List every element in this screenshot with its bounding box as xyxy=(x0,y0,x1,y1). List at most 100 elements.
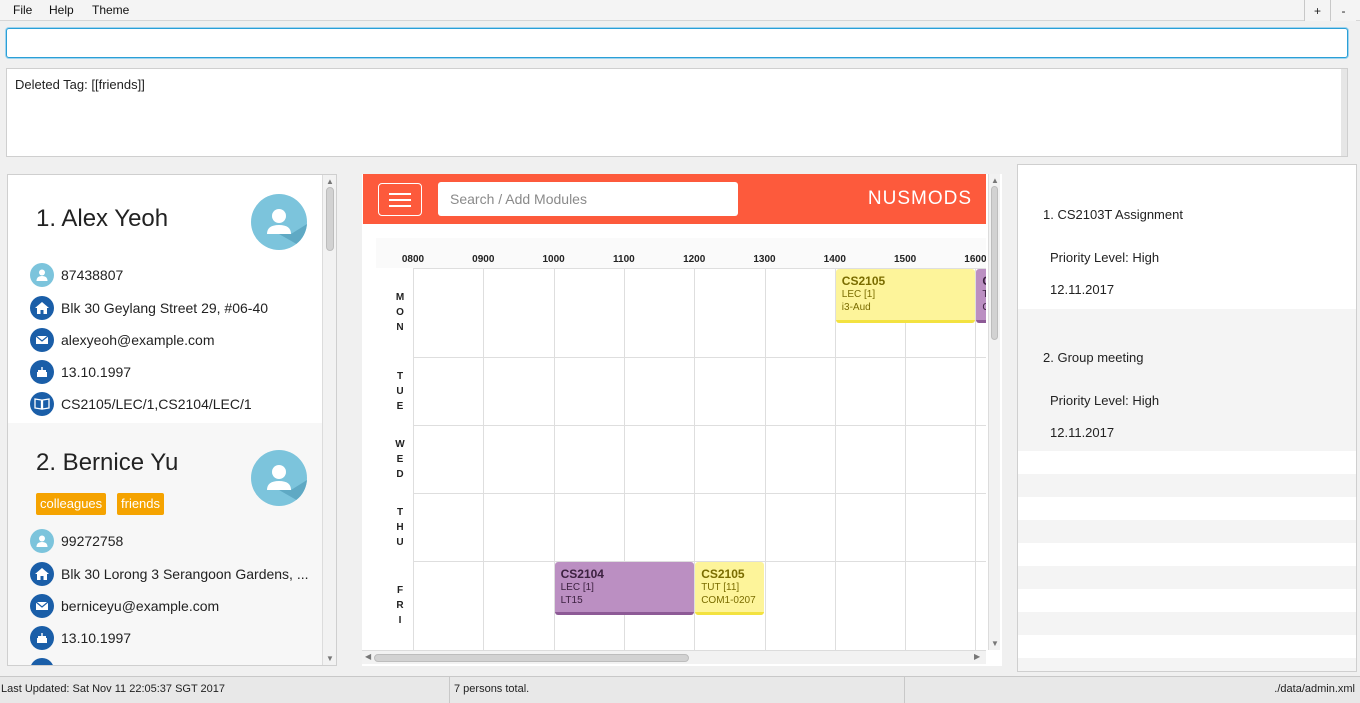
birthday-text: 13.10.1997 xyxy=(61,630,132,646)
time-label: 1400 xyxy=(823,254,846,265)
task-card[interactable]: 2. Group meeting Priority Level: High 12… xyxy=(1018,309,1356,451)
zoom-in-button[interactable]: + xyxy=(1304,0,1330,21)
lesson-type: LEC [1] xyxy=(841,289,876,300)
tag-friends: friends xyxy=(117,493,165,515)
time-label: 1200 xyxy=(683,254,706,265)
menu-theme[interactable]: Theme xyxy=(92,3,129,17)
cake-icon xyxy=(30,626,54,650)
lesson-block[interactable]: CS2105 LEC [1] i3-Aud xyxy=(835,269,976,323)
task-date: 12.11.2017 xyxy=(1050,282,1115,297)
scroll-thumb[interactable] xyxy=(326,187,334,251)
module-search-input[interactable] xyxy=(438,182,738,216)
grid-line xyxy=(834,268,836,650)
scroll-up-icon[interactable]: ▲ xyxy=(991,176,999,185)
lesson-type: TUT [11] xyxy=(701,582,740,593)
nusmods-logo: NUSMODS xyxy=(867,188,972,209)
scroll-thumb[interactable] xyxy=(374,654,689,662)
status-bar: Last Updated: Sat Nov 11 22:05:37 SGT 20… xyxy=(0,676,1360,703)
tag-list: colleagues friends xyxy=(36,493,236,515)
timetable-panel: NUSMODS 0800 0900 1000 1100 1200 1300 1400 1500… xyxy=(362,174,1002,666)
phone-row: 99272758 xyxy=(30,529,123,553)
scroll-up-icon[interactable]: ▲ xyxy=(326,177,334,186)
person-list-panel: 1. Alex Yeoh 87438807 Blk 30 Geylang Str… xyxy=(7,174,337,666)
task-priority: Priority Level: High xyxy=(1050,393,1160,408)
menu-file[interactable]: File xyxy=(13,3,32,17)
person-card[interactable]: 1. Alex Yeoh 87438807 Blk 30 Geylang Str… xyxy=(8,175,323,423)
lesson-code: C xyxy=(982,274,986,288)
task-title: 1. CS2103T Assignment xyxy=(1043,207,1183,222)
person-card[interactable]: 2. Bernice Yu colleagues friends 9927275… xyxy=(8,423,323,665)
home-icon xyxy=(30,562,54,586)
grid-line xyxy=(413,268,414,650)
scroll-right-icon[interactable]: ▶ xyxy=(974,652,980,661)
task-priority: Priority Level: High xyxy=(1050,250,1160,265)
grid-line xyxy=(413,425,986,426)
hamburger-icon xyxy=(389,192,411,195)
day-label-fri: FRI xyxy=(396,585,404,626)
empty-row xyxy=(1018,520,1356,543)
mail-icon xyxy=(30,328,54,352)
birthday-row: 13.10.1997 xyxy=(30,360,131,384)
address-text: Blk 30 Lorong 3 Serangoon Gardens, ... xyxy=(61,566,309,582)
time-label: 1300 xyxy=(753,254,776,265)
persons-total-status: 7 persons total. xyxy=(450,677,905,703)
task-card[interactable]: 1. CS2103T Assignment Priority Level: Hi… xyxy=(1018,165,1356,309)
scroll-thumb[interactable] xyxy=(991,186,998,340)
scroll-down-icon[interactable]: ▼ xyxy=(991,639,999,648)
empty-row xyxy=(1018,612,1356,635)
person-name: 1. Alex Yeoh xyxy=(36,205,169,232)
modules-row: CS2105/LEC/1,CS2104/LEC/1 xyxy=(30,392,252,416)
email-text: alexyeoh@example.com xyxy=(61,332,215,348)
task-list-panel: 1. CS2103T Assignment Priority Level: Hi… xyxy=(1017,164,1357,672)
grid-line xyxy=(413,357,986,358)
result-message: Deleted Tag: [[friends]] xyxy=(15,77,145,92)
person-icon xyxy=(30,263,54,287)
day-label-thu: THU xyxy=(396,506,404,548)
phone-text: 87438807 xyxy=(61,267,124,283)
command-input[interactable] xyxy=(6,28,1348,58)
grid-line xyxy=(413,493,986,494)
lesson-venue: COM1-0207 xyxy=(701,595,756,606)
empty-row xyxy=(1018,474,1356,497)
time-label: 1600 xyxy=(964,254,986,265)
home-icon xyxy=(30,296,54,320)
time-label: 1000 xyxy=(542,254,565,265)
birthday-row: 13.10.1997 xyxy=(30,626,131,650)
result-scrollbar[interactable] xyxy=(1341,69,1347,156)
address-row: Blk 30 Lorong 3 Serangoon Gardens, ... xyxy=(30,562,309,586)
zoom-out-button[interactable]: - xyxy=(1330,0,1356,21)
grid-line xyxy=(975,268,977,650)
menu-bar: File Help Theme + - xyxy=(0,0,1360,21)
lesson-code: CS2104 xyxy=(560,567,604,581)
task-title: 2. Group meeting xyxy=(1043,350,1144,365)
address-row: Blk 30 Geylang Street 29, #06-40 xyxy=(30,296,268,320)
timetable-vscrollbar[interactable]: ▲ ▼ xyxy=(988,174,1000,650)
book-icon xyxy=(30,392,54,416)
birthday-text: 13.10.1997 xyxy=(61,364,132,380)
person-list-scrollbar[interactable]: ▲ ▼ xyxy=(322,175,336,665)
grid-line xyxy=(764,268,766,650)
day-label-mon: MON xyxy=(395,292,405,333)
timetable-hscrollbar[interactable]: ◀ ▶ xyxy=(362,650,986,664)
empty-row xyxy=(1018,566,1356,589)
person-icon xyxy=(30,529,54,553)
lesson-block[interactable]: CS2104 LEC [1] LT15 xyxy=(554,562,695,615)
menu-toggle-button[interactable] xyxy=(378,183,422,216)
scroll-left-icon[interactable]: ◀ xyxy=(365,652,371,661)
grid-line xyxy=(483,268,485,650)
menu-help[interactable]: Help xyxy=(49,3,74,17)
cake-icon xyxy=(30,360,54,384)
email-row: alexyeoh@example.com xyxy=(30,328,215,352)
lesson-block[interactable]: CTC xyxy=(976,269,986,323)
email-row: berniceyu@example.com xyxy=(30,594,219,618)
mail-icon xyxy=(30,594,54,618)
time-label: 1100 xyxy=(613,254,635,265)
last-updated-status: Last Updated: Sat Nov 11 22:05:37 SGT 20… xyxy=(0,677,450,703)
lesson-block[interactable]: CS2105 TUT [11] COM1-0207 xyxy=(695,562,765,615)
avatar-icon xyxy=(251,194,307,250)
scroll-down-icon[interactable]: ▼ xyxy=(326,654,334,663)
day-label-tue: TUE xyxy=(396,370,404,412)
modules-text: CS2105/LEC/1,CS2104/LEC/1 xyxy=(61,396,252,412)
tag-colleagues: colleagues xyxy=(36,493,107,515)
email-text: berniceyu@example.com xyxy=(61,598,220,614)
